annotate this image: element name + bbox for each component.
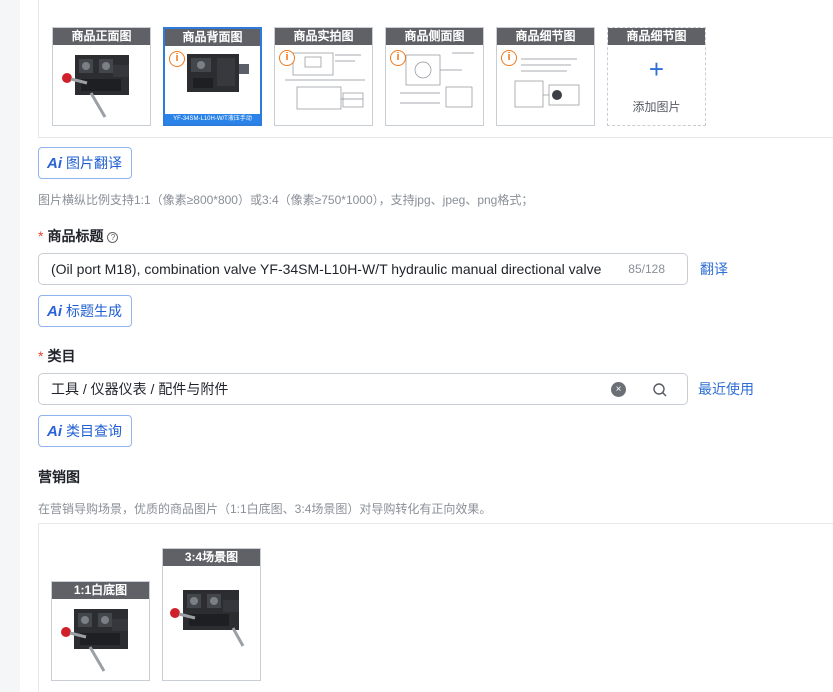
title-input[interactable]: (Oil port M18), combination valve YF-34S… (38, 253, 688, 285)
marketing-slot-label: 3:4场景图 (163, 549, 260, 566)
image-translate-button[interactable]: Ai 图片翻译 (38, 147, 132, 179)
image-caption-strip: YF-34SM-L10H-W/T液压手动 (165, 114, 260, 124)
image-slot-label: 商品细节图 (608, 28, 705, 45)
product-edit-panel: 商品正面图 商品背面图 i YF-34SM-L10H-W/T液压手动 商品实拍图… (20, 0, 833, 692)
hydraulic-valve-photo (61, 609, 128, 672)
product-image-gallery: 商品正面图 商品背面图 i YF-34SM-L10H-W/T液压手动 商品实拍图… (38, 0, 833, 138)
image-slot-label: 商品背面图 (165, 29, 260, 46)
category-select[interactable]: 工具 / 仪器仪表 / 配件与附件 × (38, 373, 635, 405)
recent-used-link[interactable]: 最近使用 (698, 379, 754, 399)
clear-icon[interactable]: × (611, 382, 626, 397)
required-mark: * (38, 348, 44, 364)
image-slot-label: 商品正面图 (53, 28, 150, 45)
category-value: 工具 / 仪器仪表 / 配件与附件 (51, 381, 229, 397)
title-input-value: (Oil port M18), combination valve YF-34S… (51, 261, 602, 277)
marketing-slot-white-bg[interactable]: 1:1白底图 (51, 581, 150, 681)
ai-icon: Ai (47, 423, 62, 440)
image-slot-front[interactable]: 商品正面图 (52, 27, 151, 126)
info-icon[interactable]: i (169, 51, 185, 67)
image-translate-label: 图片翻译 (66, 155, 122, 171)
title-generate-label: 标题生成 (66, 303, 122, 319)
hydraulic-valve-photo (62, 55, 129, 118)
hydraulic-valve-scene-photo (170, 590, 245, 647)
title-field-label: * 商品标题? (38, 226, 119, 246)
image-hint: 图片横纵比例支持1:1（像素≥800*800）或3:4（像素≥750*1000）… (38, 193, 534, 207)
category-query-label: 类目查询 (66, 423, 122, 439)
category-query-button[interactable]: Ai 类目查询 (38, 415, 132, 447)
plus-icon: + (648, 54, 665, 84)
add-image-text: 添加图片 (632, 100, 681, 114)
title-label-text: 商品标题 (47, 228, 104, 244)
category-field-label: * 类目 (38, 346, 75, 366)
marketing-label: 营销图 (38, 469, 80, 485)
ai-icon: Ai (47, 303, 62, 320)
help-icon[interactable]: ? (107, 232, 119, 243)
marketing-slot-label: 1:1白底图 (52, 582, 149, 599)
required-mark: * (38, 228, 44, 244)
marketing-hint: 在营销导购场景，优质的商品图片（1:1白底图、3:4场景图）对导购转化有正向效果… (38, 502, 492, 516)
search-icon (653, 383, 667, 397)
ai-icon: Ai (47, 155, 62, 172)
image-slot-side[interactable]: 商品侧面图 i (385, 27, 484, 126)
category-label-text: 类目 (47, 348, 76, 364)
category-search-button[interactable] (634, 373, 688, 405)
add-image-slot[interactable]: 商品细节图 + 添加图片 (607, 27, 706, 126)
translate-link[interactable]: 翻译 (700, 259, 728, 279)
info-icon[interactable]: i (279, 50, 295, 66)
image-slot-detail[interactable]: 商品细节图 i (496, 27, 595, 126)
title-char-counter: 85/128 (628, 262, 665, 276)
image-slot-label: 商品细节图 (497, 28, 594, 45)
info-icon[interactable]: i (390, 50, 406, 66)
marketing-slot-scene[interactable]: 3:4场景图 (162, 548, 261, 681)
title-generate-button[interactable]: Ai 标题生成 (38, 295, 132, 327)
image-slot-label: 商品侧面图 (386, 28, 483, 45)
image-slot-label: 商品实拍图 (275, 28, 372, 45)
info-icon[interactable]: i (501, 50, 517, 66)
marketing-image-area: 1:1白底图 3:4场景图 (38, 523, 833, 692)
image-slot-real-photo[interactable]: 商品实拍图 i (274, 27, 373, 126)
image-slot-back[interactable]: 商品背面图 i YF-34SM-L10H-W/T液压手动 (163, 27, 262, 126)
